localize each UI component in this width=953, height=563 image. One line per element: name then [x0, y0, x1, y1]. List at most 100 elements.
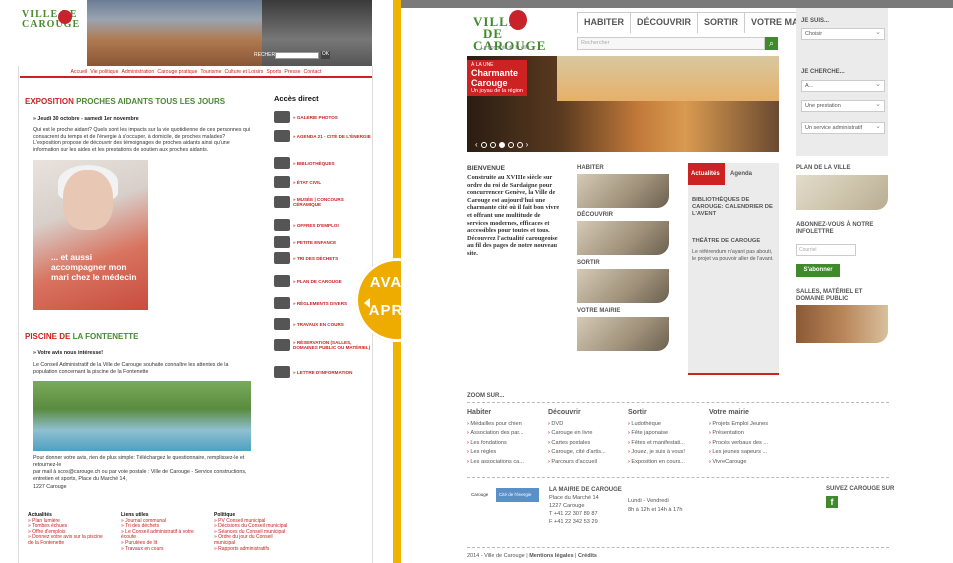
zoom-link[interactable]: DVD	[548, 420, 606, 430]
mairie-line: F +41 22 342 53 29	[549, 519, 598, 525]
email-field[interactable]: Courriel	[796, 244, 856, 256]
thumb-label[interactable]: VOTRE MAIRIE	[577, 308, 620, 314]
nav-item[interactable]: SORTIR	[697, 13, 744, 33]
salles-heading[interactable]: SALLES, MATÉRIEL ET DOMAINE PUBLIC	[796, 289, 892, 303]
zoom-link[interactable]: Jouez, je suis à vous!	[628, 448, 684, 458]
zoom-link[interactable]: Carouge en livre	[548, 429, 606, 439]
slide-dot[interactable]	[480, 141, 487, 148]
slide-dot-active[interactable]	[498, 141, 505, 148]
title-red: PISCINE DE	[25, 332, 71, 341]
zoom-link[interactable]: Projets Emploi Jeunes	[709, 420, 768, 430]
credits-link[interactable]: Crédits	[578, 553, 597, 559]
facebook-icon[interactable]: f	[826, 496, 838, 508]
old-article2-title[interactable]: PISCINE DE LA FONTENETTE	[25, 332, 139, 341]
thumb-image[interactable]	[577, 221, 669, 255]
old-footer-link[interactable]: » Travaux en cours	[121, 546, 196, 553]
zoom-link[interactable]: Ludothèque	[628, 420, 685, 430]
search-button[interactable]: ⌕	[765, 37, 778, 50]
plan-heading[interactable]: PLAN DE LA VILLE	[796, 165, 850, 172]
acces-item[interactable]: » LETTRE D'INFORMATION	[274, 366, 373, 378]
old-search-input[interactable]	[275, 52, 319, 59]
thumb-label[interactable]: SORTIR	[577, 260, 600, 266]
zoom-link[interactable]: Présentation	[709, 429, 768, 439]
subscribe-button[interactable]: S'abonner	[796, 264, 840, 277]
acces-item[interactable]: » AGENDA 21 - CITÉ DE L'ÉNERGIE	[274, 130, 373, 142]
old-nav-item[interactable]: Carouge pratique	[157, 69, 197, 75]
old-article-body: Qui est le proche aidant? Quels sont les…	[33, 127, 251, 153]
select-a[interactable]: A...	[801, 80, 885, 92]
thumb-label[interactable]: DÉCOUVRIR	[577, 212, 613, 218]
old-nav-item[interactable]: Sports	[266, 69, 281, 75]
old-footer-col: Liens utiles» Journal communal» Tri des …	[121, 512, 196, 553]
thumb-image[interactable]	[577, 269, 669, 303]
mentions-link[interactable]: Mentions légales	[529, 553, 573, 559]
thumb-image[interactable]	[577, 174, 669, 208]
zoom-link[interactable]: Les jeunes sapeurs ...	[709, 448, 768, 458]
acces-item[interactable]: » ÉTAT CIVIL	[274, 176, 373, 188]
thumb-image[interactable]	[577, 317, 669, 351]
zoom-link[interactable]: Fêtes et manifestati...	[628, 439, 684, 449]
thumb-label[interactable]: HABITER	[577, 165, 604, 171]
zoom-link[interactable]: Médailles pour chien	[467, 420, 524, 430]
acces-icon	[274, 339, 290, 351]
select-prestation[interactable]: Une prestation	[801, 100, 885, 112]
tab-agenda[interactable]: Agenda	[727, 163, 755, 185]
zoom-link[interactable]: Parcours d'accueil	[548, 458, 606, 468]
old-article-title[interactable]: EXPOSITION PROCHES AIDANTS TOUS LES JOUR…	[25, 97, 225, 106]
old-logo[interactable]: VILLE DE CAROUGE	[22, 10, 84, 30]
acces-item[interactable]: » RÉSERVATION (SALLES, DOMAINES PUBLIC O…	[274, 339, 373, 351]
acces-icon	[274, 176, 290, 188]
news-item-1[interactable]: BIBLIOTHÈQUES DE CAROUGE: CALENDRIER DE …	[692, 197, 776, 218]
chevron-right-icon[interactable]: ›	[526, 140, 529, 149]
old-nav-item[interactable]: Tourisme	[200, 69, 221, 75]
old-nav-item[interactable]: Contact	[304, 69, 322, 75]
old-nav-item[interactable]: Vie politique	[90, 69, 118, 75]
city-map-image[interactable]	[796, 175, 888, 210]
old-nav-item[interactable]: Accueil	[71, 69, 88, 75]
nav-item[interactable]: DÉCOUVRIR	[630, 13, 697, 33]
acces-label: » PETITE ENFANCE	[293, 239, 337, 245]
bienvenue-heading: BIENVENUE	[467, 165, 505, 172]
zoom-link[interactable]: VivreCarouge	[709, 458, 768, 468]
old-nav-item[interactable]: Administration	[121, 69, 154, 75]
zoom-link[interactable]: Exposition en cours...	[628, 458, 684, 468]
acces-item[interactable]: » OFFRES D'EMPLOI	[274, 219, 373, 231]
zoom-link[interactable]: Fête japonaise	[628, 429, 685, 439]
old-nav-item[interactable]: Culture et Loisirs	[224, 69, 263, 75]
select-service[interactable]: Un service administratif	[801, 122, 885, 134]
old-footer-link[interactable]: » Rapports administratifs	[214, 546, 289, 553]
old-footer-link[interactable]: » Ordre du jour du Conseil municipal	[214, 535, 289, 546]
je-suis-select[interactable]: Choisir	[801, 28, 885, 40]
chevron-left-icon[interactable]: ‹	[475, 140, 478, 149]
search-input[interactable]: Rechercher	[577, 37, 765, 50]
zoom-link[interactable]: Procès verbaux des ...	[709, 439, 768, 449]
hero-subtitle: Un joyau de la région	[471, 88, 523, 94]
salles-image[interactable]	[796, 305, 888, 343]
tab-actualites[interactable]: Actualités	[688, 163, 725, 185]
slide-dot[interactable]	[489, 141, 496, 148]
nav-item[interactable]: HABITER	[577, 13, 630, 33]
zoom-link[interactable]: Les associations ca...	[467, 458, 523, 468]
zoom-link[interactable]: Cartes postales	[548, 439, 606, 449]
acces-item[interactable]: » TRAVAUX EN COURS	[274, 318, 373, 330]
acces-item[interactable]: » PETITE ENFANCE	[274, 236, 373, 248]
zoom-link[interactable]: Les fondations	[467, 439, 524, 449]
old-footer-link[interactable]: » Donnez votre avis sur la piscine de la…	[28, 535, 103, 546]
hero-label[interactable]: À LA UNE Charmante Carouge Un joyau de l…	[467, 60, 527, 96]
acces-item[interactable]: » BIBLIOTHÈQUES	[274, 157, 373, 169]
acces-item[interactable]: » TRI DES DÉCHETS	[274, 252, 373, 264]
zoom-link[interactable]: Carouge, cité d'artis...	[548, 448, 605, 458]
acces-icon	[274, 297, 290, 309]
zoom-link[interactable]: Les règles	[467, 448, 524, 458]
acces-item[interactable]: » GALERIE PHOTOS	[274, 111, 373, 123]
old-article2-body4: 1227 Carouge	[33, 484, 67, 490]
slide-dot[interactable]	[516, 141, 523, 148]
acces-icon	[274, 318, 290, 330]
sub-text: Votre avis nous intéresse!	[37, 350, 103, 356]
acces-item[interactable]: » MUSÉE | CONCOURS CÉRAMIQUE	[274, 196, 373, 208]
old-nav-item[interactable]: Presse	[284, 69, 300, 75]
old-search-button[interactable]: OK	[321, 51, 330, 59]
zoom-link[interactable]: Association des par...	[467, 429, 524, 439]
slide-dot[interactable]	[507, 141, 514, 148]
news-item-2[interactable]: THÉÂTRE DE CAROUGE	[692, 238, 776, 244]
